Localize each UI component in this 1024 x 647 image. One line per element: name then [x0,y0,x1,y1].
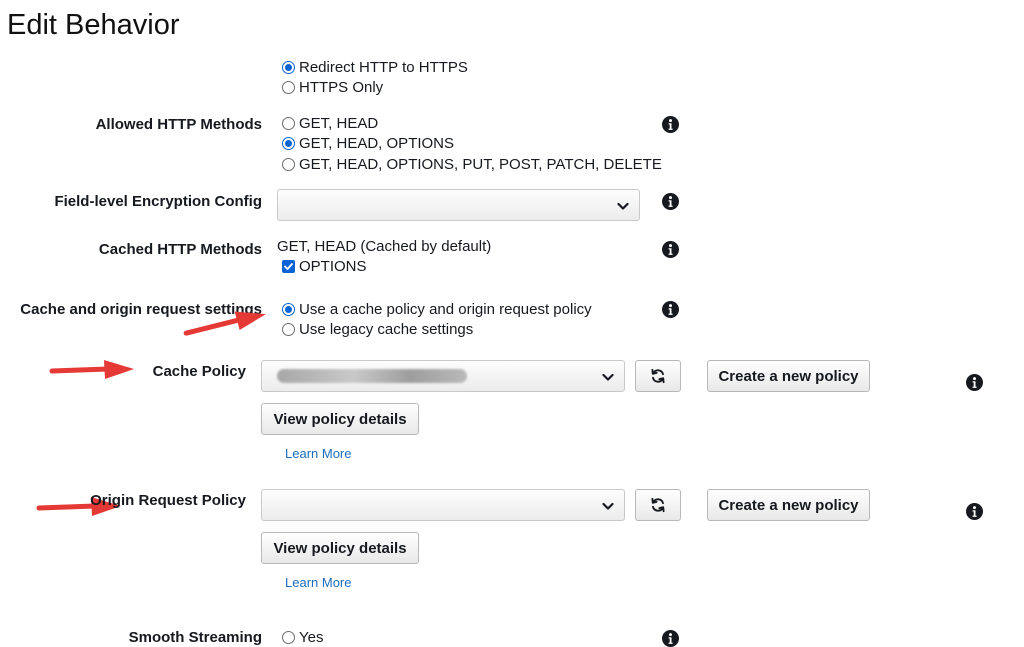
origin-policy-select[interactable] [261,489,625,521]
option-label: GET, HEAD [299,114,379,132]
redacted-value [277,369,467,383]
create-cache-policy-button[interactable]: Create a new policy [707,360,870,392]
radio-indicator[interactable] [282,80,295,94]
radio-indicator[interactable] [282,136,295,150]
create-origin-policy-button[interactable]: Create a new policy [707,489,870,521]
option-label: Use legacy cache settings [299,320,474,338]
option-label: Yes [299,628,324,646]
radio-indicator[interactable] [282,630,295,644]
radio-all-methods[interactable]: GET, HEAD, OPTIONS, PUT, POST, PATCH, DE… [282,154,662,174]
radio-get-head[interactable]: GET, HEAD [282,113,378,133]
info-icon[interactable] [662,241,679,258]
refresh-origin-policy-button[interactable] [635,489,681,521]
option-label: GET, HEAD, OPTIONS [299,134,455,152]
option-label: HTTPS Only [299,78,384,96]
checkbox-indicator[interactable] [282,259,295,273]
radio-https-only[interactable]: HTTPS Only [282,77,383,97]
origin-policy-label: Origin Request Policy [90,492,246,509]
radio-redirect-http-to-https[interactable]: Redirect HTTP to HTTPS [282,57,468,77]
fle-config-label: Field-level Encryption Config [54,193,262,210]
option-label: OPTIONS [299,257,367,275]
option-label: GET, HEAD, OPTIONS, PUT, POST, PATCH, DE… [299,155,662,173]
cached-methods-label: Cached HTTP Methods [98,241,262,258]
refresh-cache-policy-button[interactable] [635,360,681,392]
view-cache-policy-button[interactable]: View policy details [261,403,419,435]
view-origin-policy-button[interactable]: View policy details [261,532,419,564]
radio-get-head-options[interactable]: GET, HEAD, OPTIONS [282,133,454,153]
info-icon[interactable] [662,301,679,318]
chevron-down-icon [602,500,614,512]
cached-methods-static: GET, HEAD (Cached by default) [277,237,492,255]
refresh-icon [650,497,666,513]
annotation-arrow-icon [48,355,138,385]
checkmark-icon [284,262,293,270]
cache-policy-select[interactable] [261,360,625,392]
option-label: Redirect HTTP to HTTPS [299,58,468,76]
radio-smooth-streaming-yes[interactable]: Yes [282,627,323,647]
learn-more-link[interactable]: Learn More [285,575,351,590]
radio-indicator[interactable] [282,116,295,130]
info-icon[interactable] [966,503,983,520]
page-title: Edit Behavior [7,9,180,41]
info-icon[interactable] [966,374,983,391]
info-icon[interactable] [662,116,679,133]
radio-indicator[interactable] [282,322,295,336]
chevron-down-icon [602,371,614,383]
info-icon[interactable] [662,193,679,210]
option-label: Use a cache policy and origin request po… [299,300,592,318]
info-icon[interactable] [662,630,679,647]
refresh-icon [650,368,666,384]
radio-indicator[interactable] [282,157,295,171]
learn-more-link[interactable]: Learn More [285,446,351,461]
allowed-methods-label: Allowed HTTP Methods [95,116,262,133]
fle-config-select[interactable] [277,189,640,221]
radio-legacy-cache[interactable]: Use legacy cache settings [282,319,473,339]
chevron-down-icon [617,200,629,212]
radio-use-cache-policy[interactable]: Use a cache policy and origin request po… [282,299,592,319]
checkbox-options[interactable]: OPTIONS [282,256,367,276]
cache-policy-label: Cache Policy [152,363,246,380]
radio-indicator[interactable] [282,302,295,316]
radio-indicator[interactable] [282,60,295,74]
